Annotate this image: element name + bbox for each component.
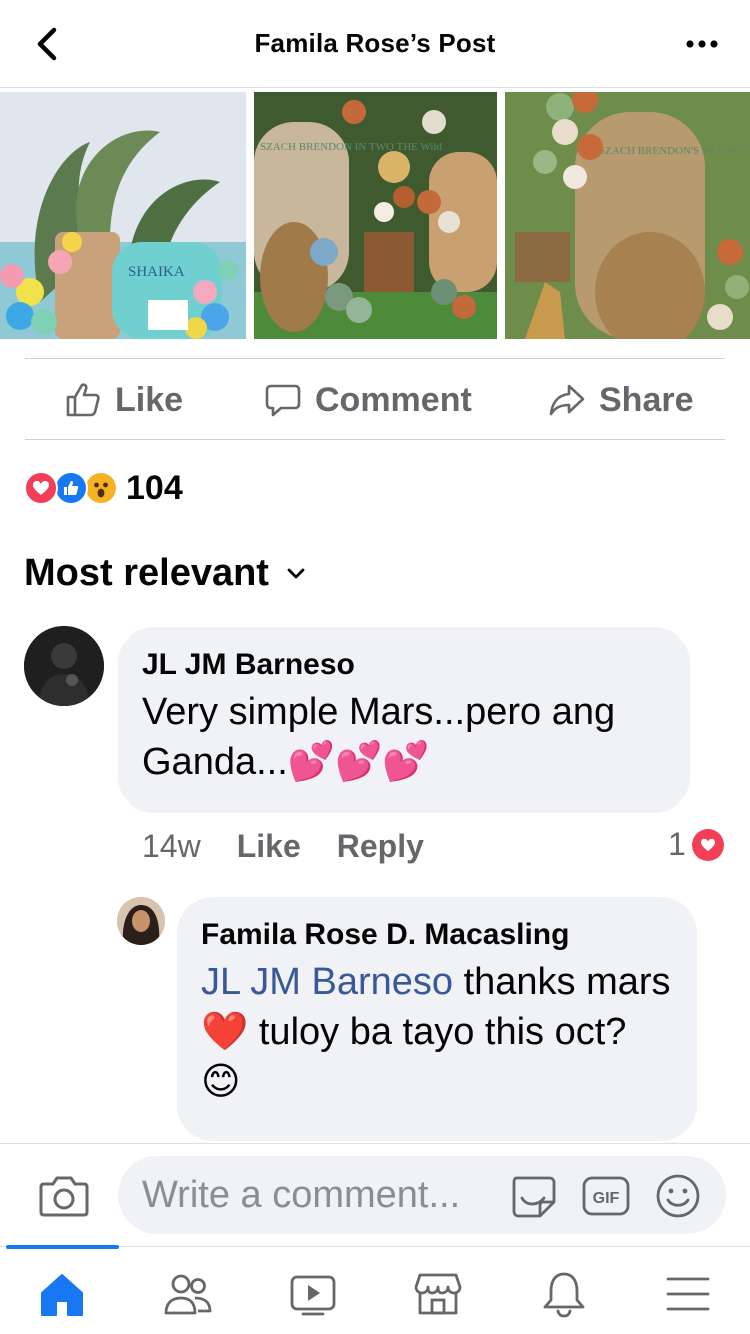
menu-tab[interactable] xyxy=(658,1267,718,1321)
notifications-tab[interactable] xyxy=(534,1267,594,1321)
photo-1-sign-text: SHAIKA xyxy=(128,264,185,280)
chevron-down-icon xyxy=(287,568,305,578)
friends-tab[interactable] xyxy=(158,1267,218,1321)
photo-2-sign-text: SZACH BRENDON IN TWO THE Wild xyxy=(260,141,442,153)
post-photo-1[interactable]: SHAIKA xyxy=(0,92,246,339)
comment-meta: 14w Like Reply xyxy=(142,826,460,866)
comment-sort-label: Most relevant xyxy=(24,552,269,594)
comment-reaction[interactable]: 1 xyxy=(668,826,724,863)
reaction-count: 104 xyxy=(126,468,183,507)
commenter-avatar[interactable] xyxy=(24,626,104,706)
thumbs-up-icon xyxy=(66,383,100,417)
comment-button-label: Comment xyxy=(315,380,472,419)
comment-author[interactable]: JL JM Barneso xyxy=(142,647,666,683)
share-button-label: Share xyxy=(599,380,694,419)
wow-reaction-icon xyxy=(84,471,118,505)
emoji-icon[interactable] xyxy=(654,1172,702,1220)
gif-icon[interactable]: GIF xyxy=(580,1174,632,1218)
bottom-navigation xyxy=(0,1245,750,1334)
reaction-summary[interactable]: 104 xyxy=(24,468,183,508)
post-photo-2[interactable]: SZACH BRENDON IN TWO THE Wild xyxy=(254,92,497,339)
comment-timestamp[interactable]: 14w xyxy=(142,828,201,865)
post-photo-3[interactable]: SZACH BRENDON'S IN TWO THE Wild xyxy=(505,92,750,339)
comment-input-placeholder: Write a comment... xyxy=(142,1174,461,1216)
camera-icon[interactable] xyxy=(38,1172,90,1220)
comment-reaction-count: 1 xyxy=(668,826,686,862)
reply-author-avatar[interactable] xyxy=(117,897,165,945)
sticker-icon[interactable] xyxy=(508,1172,558,1220)
post-action-bar: Like Comment Share xyxy=(25,358,725,440)
comment-composer: Write a comment... GIF xyxy=(0,1143,750,1246)
comment-like-button[interactable]: Like xyxy=(237,828,301,865)
like-button-label: Like xyxy=(115,380,184,419)
comment-input[interactable]: Write a comment... GIF xyxy=(118,1156,726,1234)
gif-label: GIF xyxy=(593,1190,620,1207)
watch-icon xyxy=(290,1275,336,1316)
marketplace-icon xyxy=(414,1273,462,1315)
comment-button[interactable]: Comment xyxy=(263,377,472,423)
menu-icon xyxy=(666,1277,710,1311)
photo-strip: SHAIKA SZACH BRENDON IN TWO THE Wild SZA… xyxy=(0,92,750,339)
comment-sort-dropdown[interactable]: Most relevant xyxy=(24,552,307,595)
reply-mention-link[interactable]: JL JM Barneso xyxy=(201,961,453,1003)
comment-text: Very simple Mars...pero ang Ganda...💕💕💕 xyxy=(142,691,616,783)
notifications-icon xyxy=(543,1272,585,1318)
like-reaction-icon xyxy=(54,471,88,505)
page-title: Famila Rose’s Post xyxy=(254,28,496,58)
reply-author[interactable]: Famila Rose D. Macasling xyxy=(201,917,673,953)
marketplace-tab[interactable] xyxy=(408,1267,468,1321)
reply-text: JL JM Barneso thanks mars❤️ tuloy ba tay… xyxy=(201,957,673,1107)
more-horizontal-icon[interactable] xyxy=(684,32,720,56)
love-reaction-icon xyxy=(691,828,724,861)
share-arrow-icon xyxy=(549,384,585,416)
watch-tab[interactable] xyxy=(283,1267,343,1321)
reply-bubble: Famila Rose D. Macasling JL JM Barneso t… xyxy=(177,897,697,1141)
comment-reply-button[interactable]: Reply xyxy=(337,828,424,865)
top-bar: Famila Rose’s Post xyxy=(0,0,750,88)
comment-bubble: JL JM Barneso Very simple Mars...pero an… xyxy=(118,627,690,813)
friends-icon xyxy=(164,1274,212,1315)
comment-bubble-icon xyxy=(265,384,301,417)
active-tab-indicator xyxy=(6,1245,119,1249)
photo-3-sign-text: SZACH BRENDON'S IN TWO THE Wild xyxy=(599,145,750,157)
like-button[interactable]: Like xyxy=(63,377,183,423)
love-reaction-icon xyxy=(24,471,58,505)
share-button[interactable]: Share xyxy=(547,377,694,423)
home-tab[interactable] xyxy=(32,1267,92,1321)
home-icon xyxy=(41,1274,83,1316)
